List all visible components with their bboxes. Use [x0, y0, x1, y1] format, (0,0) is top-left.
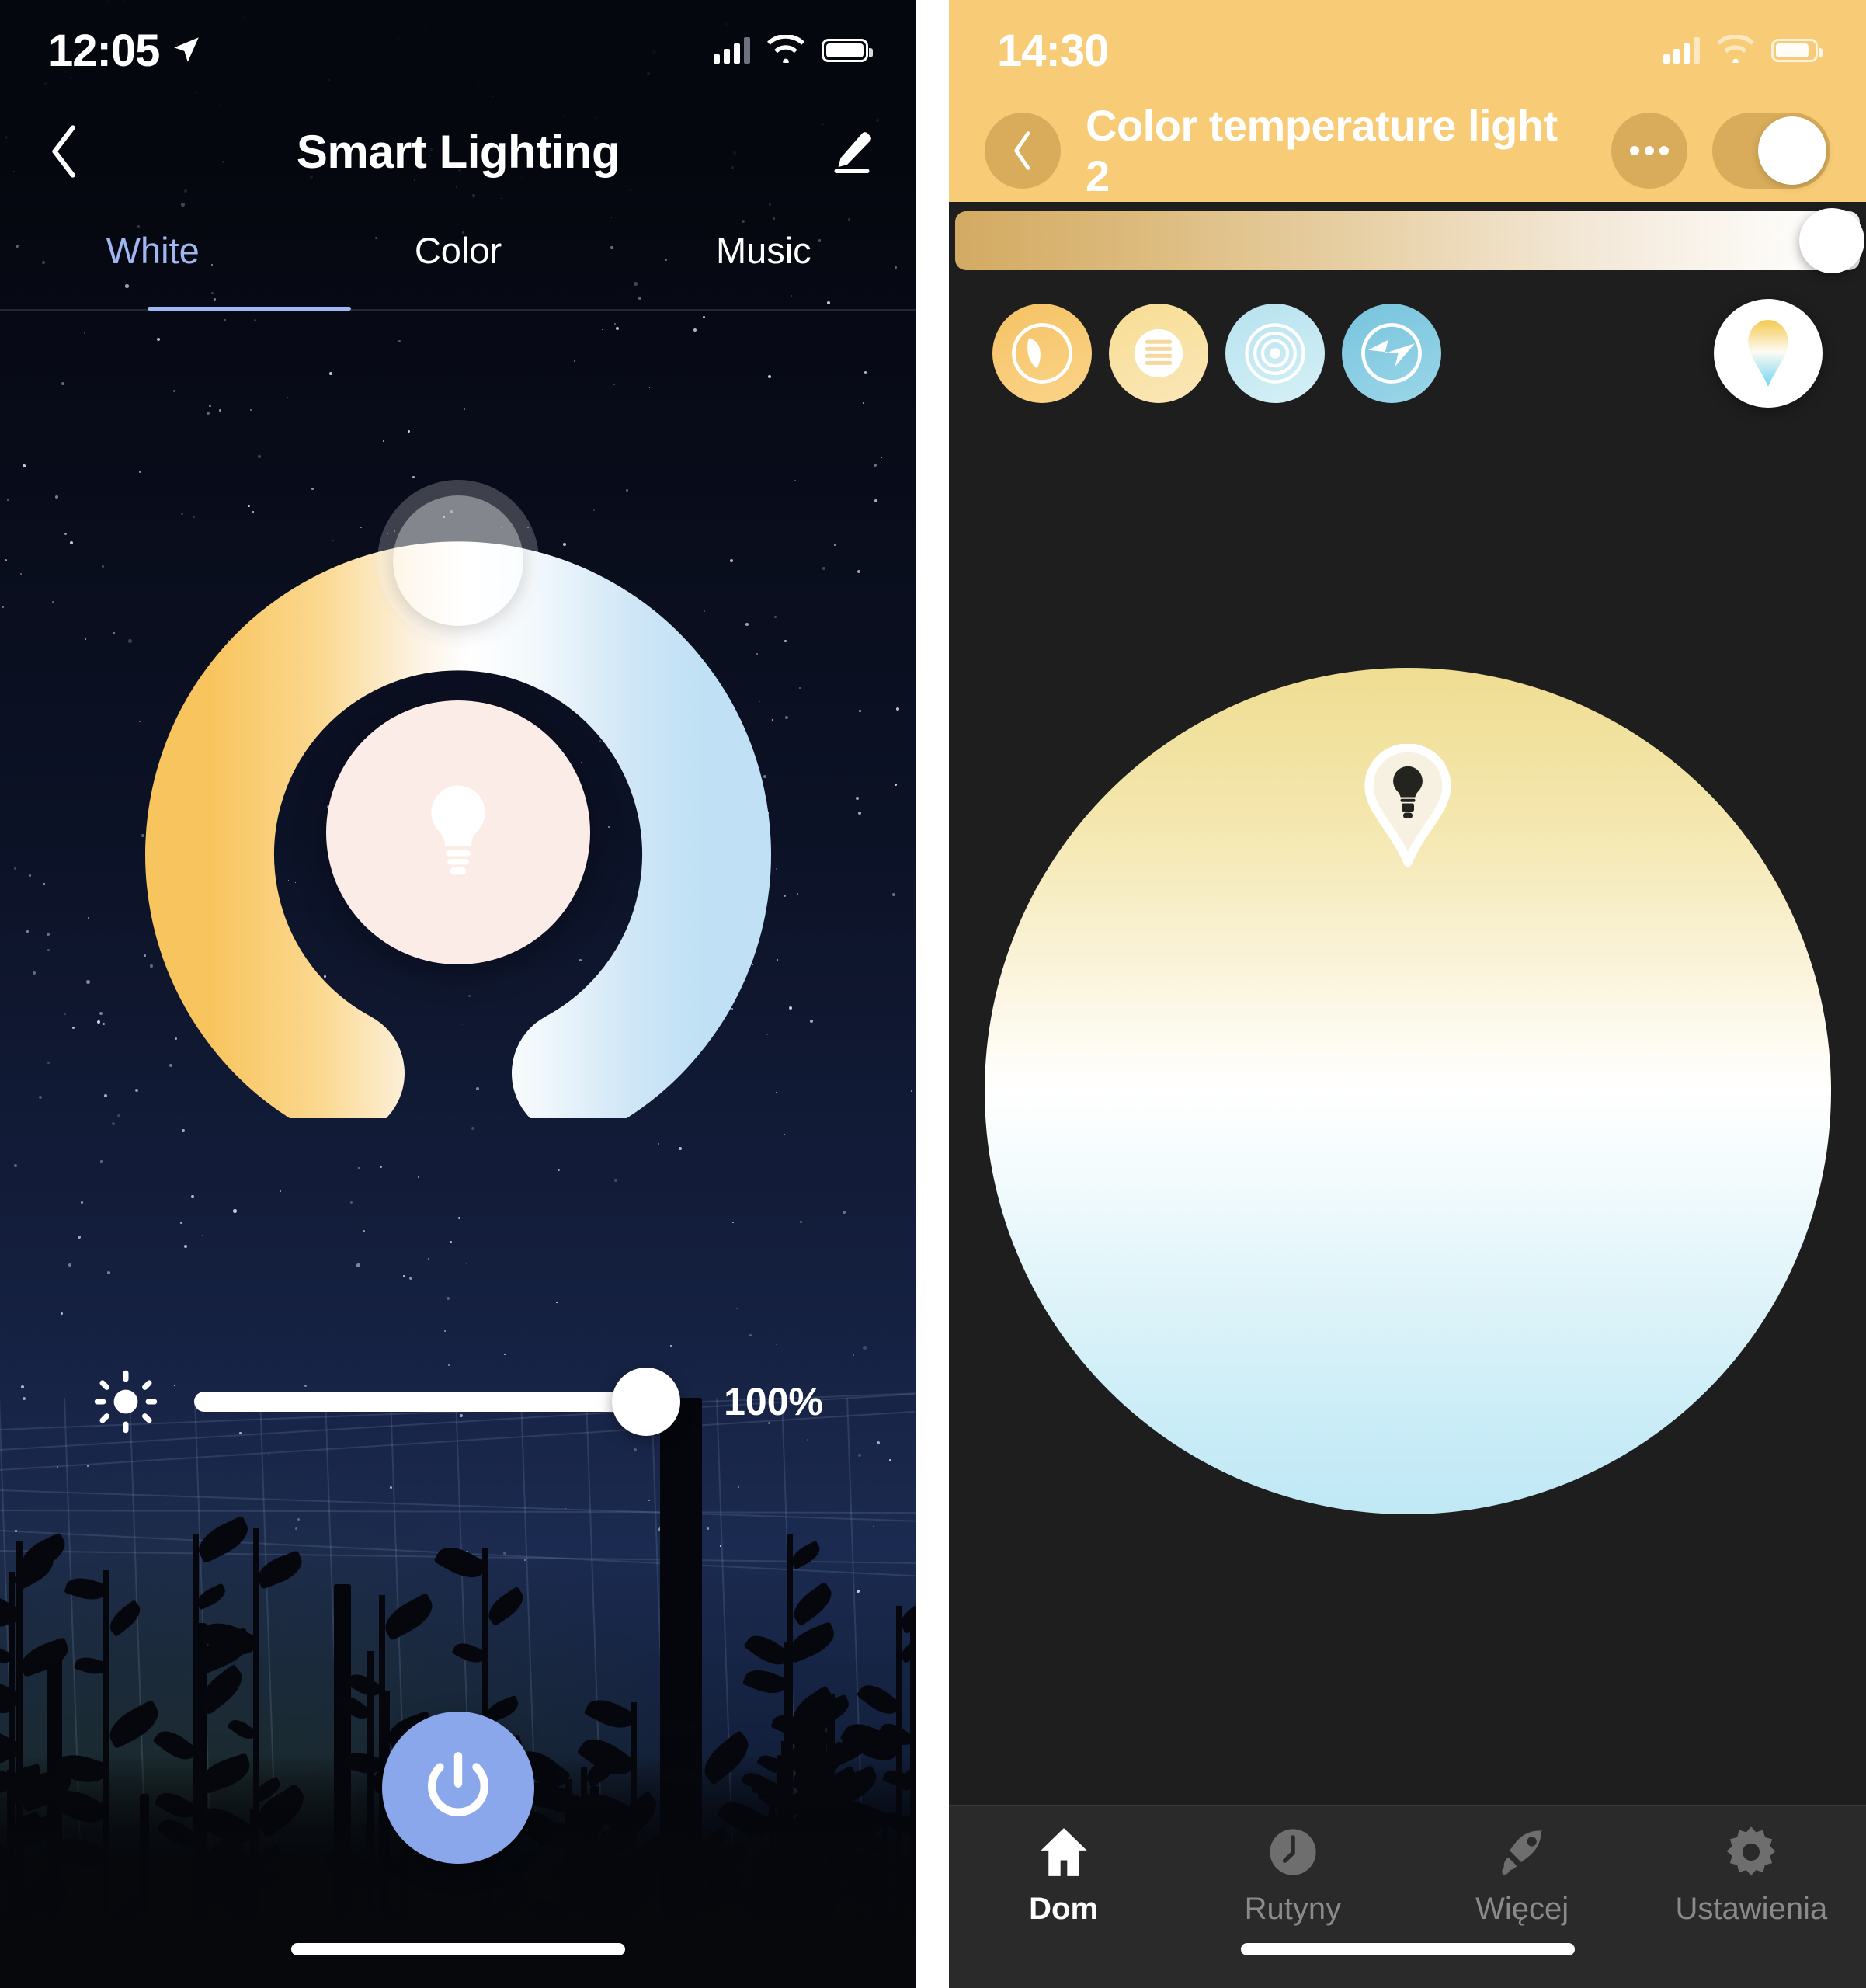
home-indicator	[291, 1943, 625, 1955]
left-phone-screen: 12:05 Smart Lighting White Color Music 1…	[0, 0, 916, 1988]
toggle-knob	[1758, 116, 1826, 185]
light-bulb-icon	[416, 780, 500, 885]
home-icon	[1041, 1828, 1087, 1876]
tabs-divider	[0, 309, 916, 311]
right-phone-screen: 14:30 Color temperature light 2 Dom Ruty…	[949, 0, 1866, 1988]
scene-reading[interactable]	[1109, 304, 1208, 403]
location-arrow-icon	[170, 25, 203, 77]
power-button[interactable]	[382, 1712, 534, 1864]
tab-label: Dom	[1029, 1892, 1099, 1926]
light-bulb-pin-icon[interactable]	[1357, 743, 1458, 868]
cellular-signal-icon	[1663, 37, 1700, 64]
tab-label: Rutyny	[1244, 1892, 1342, 1926]
cellular-signal-icon	[714, 37, 750, 64]
tab-music[interactable]: Music	[611, 221, 916, 311]
power-toggle[interactable]	[1712, 113, 1830, 189]
wifi-icon	[1717, 33, 1754, 67]
color-temperature-wheel[interactable]	[984, 668, 1831, 1514]
home-indicator	[1240, 1943, 1575, 1955]
status-time: 14:30	[997, 25, 1109, 76]
color-temperature-dial[interactable]	[132, 495, 784, 1118]
tab-label: Więcej	[1475, 1892, 1569, 1926]
battery-icon	[1771, 39, 1823, 62]
rocket-icon	[1502, 1829, 1543, 1875]
dual-phone-screenshot: 12:05 Smart Lighting White Color Music 1…	[0, 0, 1866, 1988]
tab-color[interactable]: Color	[305, 221, 610, 311]
right-header-bar: 14:30 Color temperature light 2	[949, 0, 1866, 202]
gradient-drop-icon	[1748, 320, 1788, 387]
tab-rutyny[interactable]: Rutyny	[1178, 1823, 1407, 1927]
device-title: Color temperature light 2	[1086, 101, 1558, 200]
right-nav-row: Color temperature light 2	[949, 99, 1866, 202]
power-icon	[428, 1752, 488, 1816]
gear-icon	[1726, 1826, 1776, 1876]
status-time-container: 12:05	[48, 25, 203, 77]
brightness-control-row: 100%	[0, 1351, 916, 1452]
brightness-slider-handle[interactable]	[612, 1368, 680, 1436]
back-button[interactable]	[985, 113, 1061, 189]
tab-dom[interactable]: Dom	[949, 1823, 1178, 1927]
scene-energize[interactable]	[1342, 304, 1441, 403]
dial-handle[interactable]	[393, 495, 523, 626]
left-status-bar: 12:05	[0, 0, 916, 101]
status-indicators	[714, 33, 873, 67]
tab-label: Ustawienia	[1675, 1892, 1828, 1926]
color-temperature-picker[interactable]	[1714, 299, 1823, 408]
status-indicators	[1663, 33, 1823, 67]
right-status-bar: 14:30	[949, 0, 1866, 101]
color-temperature-slider[interactable]	[955, 208, 1864, 273]
battery-icon	[822, 39, 873, 62]
left-nav-bar: Smart Lighting	[0, 105, 916, 198]
moon-icon	[1012, 323, 1072, 384]
page-title: Smart Lighting	[296, 125, 620, 178]
tab-wiecej[interactable]: Więcej	[1408, 1823, 1637, 1927]
screen-divider	[916, 0, 949, 1988]
pencil-edit-icon[interactable]	[823, 123, 881, 180]
status-time-container: 14:30	[997, 25, 1109, 77]
brightness-sun-icon	[93, 1369, 158, 1434]
wifi-icon	[767, 33, 804, 67]
scene-relax[interactable]	[1225, 304, 1325, 403]
clock-icon	[1270, 1829, 1316, 1875]
concentric-rings-icon	[1245, 323, 1305, 384]
dial-center-button[interactable]	[326, 700, 590, 964]
more-options-icon[interactable]	[1611, 113, 1687, 189]
brightness-value: 100%	[724, 1380, 823, 1423]
ct-slider-handle[interactable]	[1799, 208, 1864, 273]
status-time: 12:05	[48, 25, 160, 76]
mode-tabs: White Color Music	[0, 221, 916, 311]
tab-active-indicator	[148, 307, 351, 311]
tab-ustawienia[interactable]: Ustawienia	[1637, 1823, 1866, 1927]
lightning-bolt-icon	[1361, 323, 1422, 384]
back-button[interactable]	[36, 123, 93, 180]
tab-white[interactable]: White	[0, 221, 305, 311]
bottom-tab-bar: Dom Rutyny Więcej Ustawienia	[949, 1805, 1866, 1988]
brightness-slider[interactable]	[194, 1368, 680, 1436]
reading-lines-icon	[1134, 328, 1183, 378]
scene-presets-row	[949, 295, 1866, 412]
scene-night[interactable]	[992, 304, 1092, 403]
